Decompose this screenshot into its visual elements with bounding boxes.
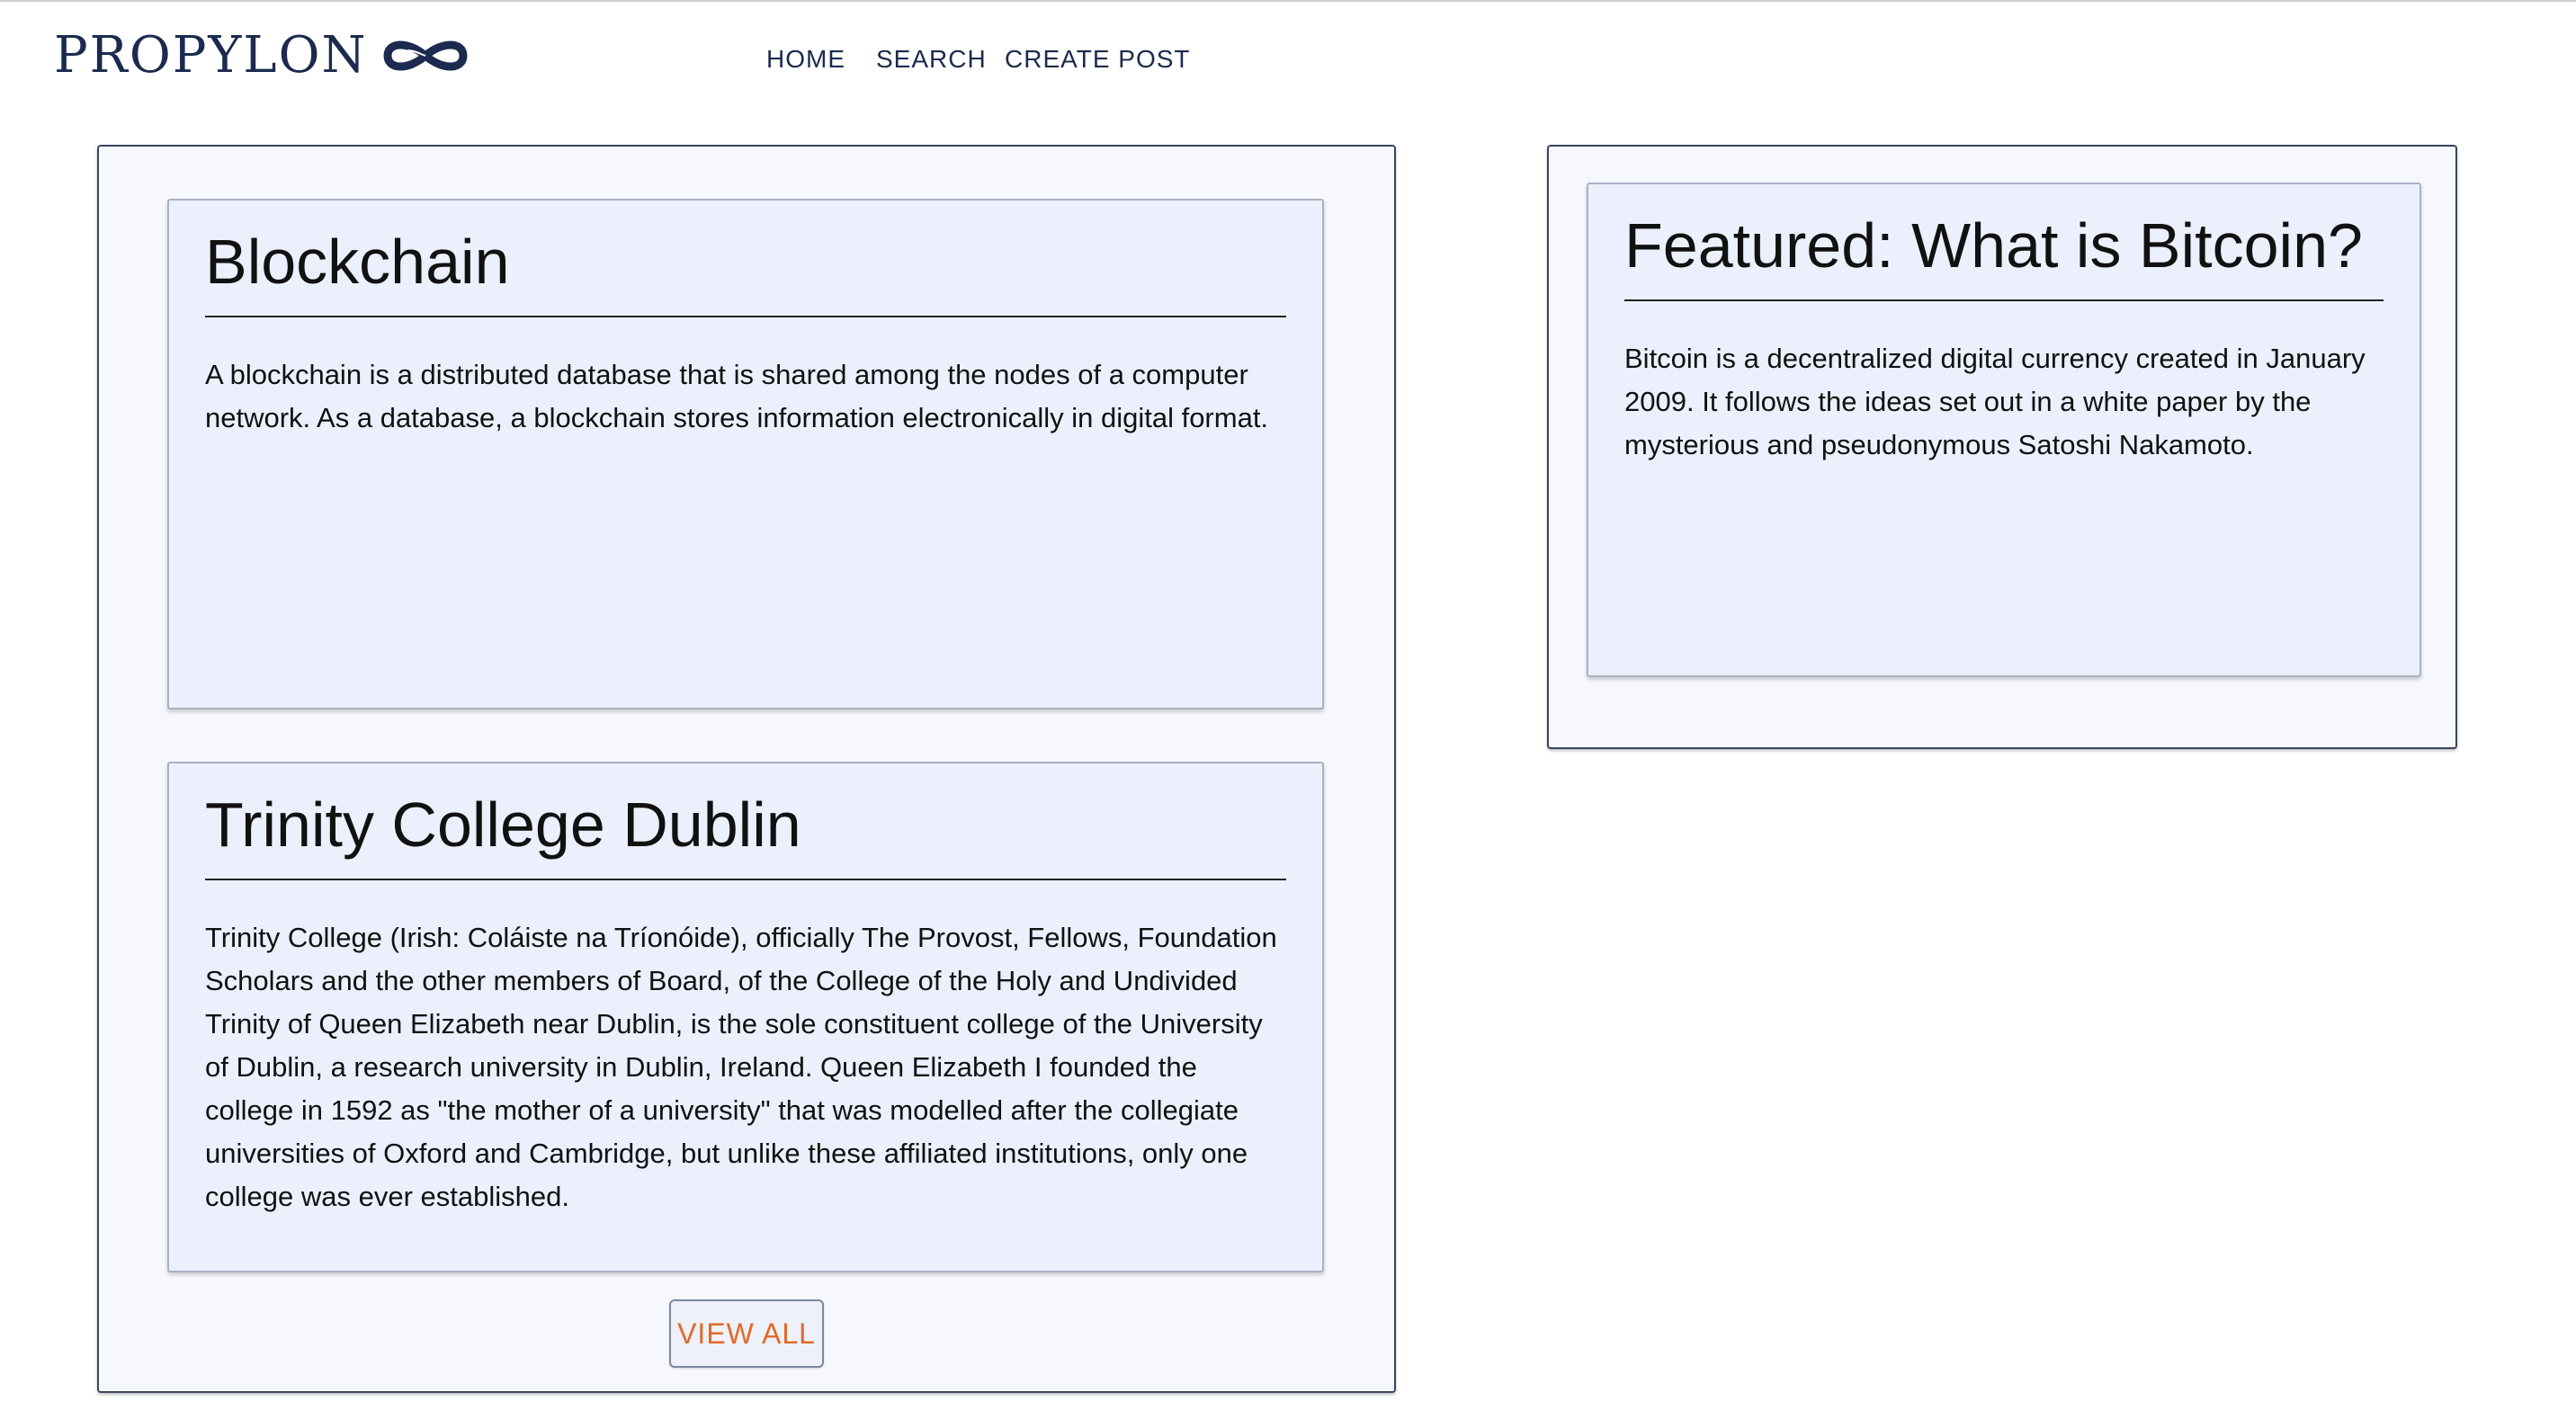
- post-title: Trinity College Dublin: [205, 783, 1286, 880]
- post-title: Blockchain: [205, 220, 1286, 317]
- post-card[interactable]: Blockchain A blockchain is a distributed…: [167, 199, 1324, 710]
- featured-title: Featured: What is Bitcoin?: [1624, 204, 2384, 301]
- infinity-logo-icon: [383, 40, 467, 71]
- posts-panel: Blockchain A blockchain is a distributed…: [97, 145, 1396, 1393]
- post-body: A blockchain is a distributed database t…: [205, 359, 1269, 433]
- nav-create-post[interactable]: CREATE POST: [1005, 40, 1191, 79]
- nav-search[interactable]: SEARCH: [876, 40, 987, 79]
- top-divider: [0, 0, 2576, 2]
- view-all-button[interactable]: VIEW ALL: [669, 1299, 824, 1368]
- featured-body: Bitcoin is a decentralized digital curre…: [1624, 343, 2366, 460]
- post-body: Trinity College (Irish: Coláiste na Trío…: [205, 922, 1277, 1212]
- page: PROPYLON HOME SEARCH CREATE POST Blockch…: [0, 0, 2576, 1428]
- logo-text: PROPYLON: [54, 26, 368, 85]
- post-card[interactable]: Trinity College Dublin Trinity College (…: [167, 762, 1324, 1272]
- featured-panel: Featured: What is Bitcoin? Bitcoin is a …: [1547, 145, 2457, 749]
- logo[interactable]: PROPYLON: [54, 23, 470, 88]
- nav-home[interactable]: HOME: [766, 40, 845, 79]
- featured-card[interactable]: Featured: What is Bitcoin? Bitcoin is a …: [1587, 183, 2421, 677]
